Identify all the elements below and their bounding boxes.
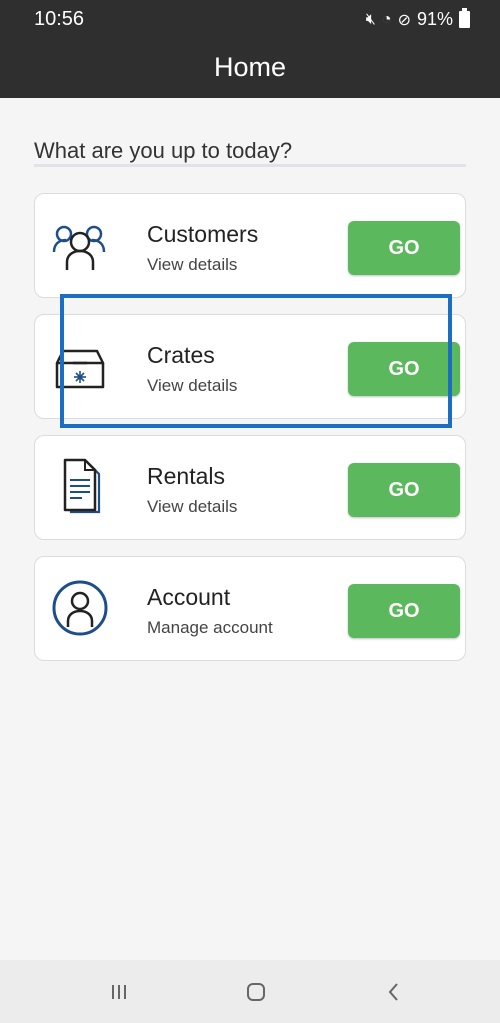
card-subtitle: Manage account [147, 618, 273, 637]
customers-icon [52, 225, 106, 270]
crate-box-icon [55, 349, 105, 389]
divider [34, 164, 466, 167]
card-crates[interactable]: Crates View details GO [34, 314, 466, 419]
recent-apps-icon[interactable] [99, 978, 139, 1006]
system-nav-bar [0, 960, 500, 1023]
page-title: Home [213, 52, 287, 82]
header-bar: 10:56 🔇︎ ◔ ⊘ 91% Home [0, 0, 500, 98]
account-icon [52, 580, 108, 636]
status-icons: 🔇︎ ◔ ⊘ 91% [365, 8, 470, 30]
card-subtitle: View details [147, 497, 238, 516]
card-rentals[interactable]: Rentals View details GO [34, 435, 466, 540]
go-button-customers[interactable]: GO [348, 221, 460, 275]
mute-icon: 🔇︎ [365, 10, 376, 28]
dnd-icon: ⊘ [397, 11, 411, 29]
status-time: 10:56 [34, 8, 85, 30]
battery-icon [459, 8, 470, 28]
prompt-text: What are you up to today? [34, 138, 293, 163]
go-button-rentals[interactable]: GO [348, 463, 460, 517]
wifi-icon: ◔ [381, 10, 392, 28]
document-icon [63, 458, 101, 514]
card-subtitle: View details [147, 255, 238, 274]
go-button-crates[interactable]: GO [348, 342, 460, 396]
card-title: Customers [147, 221, 259, 247]
back-icon[interactable] [374, 978, 414, 1006]
battery-percent: 91% [416, 9, 453, 29]
home-icon[interactable] [236, 978, 276, 1006]
card-subtitle: View details [147, 376, 238, 395]
card-account[interactable]: Account Manage account GO [34, 556, 466, 661]
go-button-account[interactable]: GO [348, 584, 460, 638]
card-title: Account [147, 584, 231, 610]
card-title: Crates [147, 342, 215, 368]
card-title: Rentals [147, 463, 225, 489]
card-customers[interactable]: Customers View details GO [34, 193, 466, 298]
